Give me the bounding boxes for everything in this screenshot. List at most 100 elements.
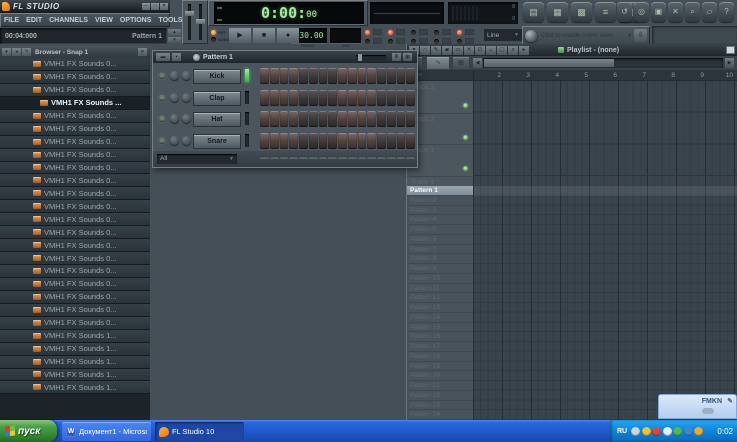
mute-led[interactable] xyxy=(159,116,165,122)
pan-knob[interactable] xyxy=(170,114,179,123)
horizontal-scrollbar[interactable] xyxy=(483,58,723,68)
step-cell[interactable] xyxy=(406,133,415,149)
pattern-lcd[interactable] xyxy=(330,28,361,43)
step-cell[interactable] xyxy=(397,111,406,127)
master-pitch-slider[interactable] xyxy=(199,4,202,40)
pattern-list-item[interactable]: Pattern 16 xyxy=(407,332,473,342)
playlist-maximize-button[interactable] xyxy=(726,46,735,54)
browser-item[interactable]: VMH1 FX Sounds 0... xyxy=(0,213,150,226)
tray-security-icon[interactable] xyxy=(652,427,661,436)
step-cell[interactable] xyxy=(309,68,318,84)
step-cell[interactable] xyxy=(289,90,298,106)
pattern-list-item[interactable]: Pattern 12 xyxy=(407,293,473,303)
step-cell[interactable] xyxy=(260,133,269,149)
step-cell[interactable] xyxy=(377,68,386,84)
browser-item[interactable]: VMH1 FX Sounds 1... xyxy=(0,356,150,369)
app-titlebar[interactable]: FL STUDIO —□✕ xyxy=(0,0,170,13)
step-cell[interactable] xyxy=(358,68,367,84)
maximize-button[interactable]: □ xyxy=(151,3,159,10)
timeline-header[interactable]: Time 2345678910 xyxy=(407,70,737,81)
step-cell[interactable] xyxy=(406,111,415,127)
browser-item[interactable]: VMH1 FX Sounds 0... xyxy=(0,136,150,149)
step-cell[interactable] xyxy=(319,133,328,149)
browser-item[interactable]: VMH1 FX Sounds 0... xyxy=(0,123,150,136)
master-volume-slider[interactable] xyxy=(188,4,191,40)
start-button[interactable]: пуск xyxy=(0,420,57,442)
mute-led[interactable] xyxy=(159,138,165,144)
browser-close-button[interactable]: ✕ xyxy=(138,48,147,56)
volume-knob[interactable] xyxy=(182,136,191,145)
pattern-list-item[interactable]: Pattern 21 xyxy=(407,381,473,391)
step-cell[interactable] xyxy=(348,90,357,106)
zoom-tool-button[interactable]: ⌕ xyxy=(508,46,518,55)
volume-knob[interactable] xyxy=(182,93,191,102)
browser-back-button[interactable]: ◂ xyxy=(12,48,21,56)
mute-led[interactable] xyxy=(159,73,165,79)
browser-item[interactable]: VMH1 FX Sounds 0... xyxy=(0,252,150,265)
news-text[interactable]: Click to enable online news xyxy=(541,33,625,39)
volume-slider-handle[interactable] xyxy=(185,11,194,16)
pattern-list-item[interactable]: Pattern 17 xyxy=(407,342,473,352)
step-cell[interactable] xyxy=(260,90,269,106)
language-indicator[interactable]: RU xyxy=(617,428,627,435)
draw-tool-button[interactable]: ✎ xyxy=(431,46,441,55)
magnet-snap-button[interactable]: ∩ xyxy=(420,46,430,55)
transport-toggle-5[interactable] xyxy=(457,29,477,36)
step-cell[interactable] xyxy=(280,90,289,106)
keyboard-editor-button[interactable]: ▦ xyxy=(403,53,412,61)
step-cell[interactable] xyxy=(348,133,357,149)
pattern-list-item[interactable]: Pattern 10 xyxy=(407,274,473,284)
browser-item[interactable]: VMH1 FX Sounds 0... xyxy=(0,149,150,162)
track-led[interactable] xyxy=(463,166,468,171)
pan-knob[interactable] xyxy=(170,136,179,145)
pattern-list-item[interactable]: Pattern 3 xyxy=(407,206,473,216)
pat-mode-led[interactable] xyxy=(211,30,216,35)
pattern-list-item[interactable]: Pattern 19 xyxy=(407,362,473,372)
browser-item[interactable]: VMH1 FX Sounds 0... xyxy=(0,174,150,187)
step-cell[interactable] xyxy=(328,133,337,149)
volume-knob[interactable] xyxy=(182,71,191,80)
step-cell[interactable] xyxy=(367,90,376,106)
step-cell[interactable] xyxy=(358,133,367,149)
track-led[interactable] xyxy=(463,135,468,140)
channel-filter-select[interactable]: All▼ xyxy=(157,154,237,164)
tray-update-icon[interactable] xyxy=(694,427,703,436)
step-cell[interactable] xyxy=(289,68,298,84)
step-sequencer-window-button[interactable]: ▦ xyxy=(547,2,568,22)
song-mode-led[interactable] xyxy=(211,37,216,42)
step-cell[interactable] xyxy=(338,90,347,106)
select-tool-button[interactable]: ▢ xyxy=(497,46,507,55)
pattern-selector-label[interactable]: Pattern 1 xyxy=(132,33,162,40)
pattern-list-item[interactable]: Pattern 1 xyxy=(407,186,473,196)
channel-rack-titlebar[interactable]: ▬ ▪ Pattern 1 ≣ ▦ xyxy=(153,51,417,63)
browser-item[interactable]: VMH1 FX Sounds 0... xyxy=(0,71,150,84)
step-cell[interactable] xyxy=(289,111,298,127)
step-cell[interactable] xyxy=(260,111,269,127)
pattern-list-item[interactable]: Pattern 6 xyxy=(407,235,473,245)
browser-item[interactable]: VMH1 FX Sounds 0... xyxy=(0,291,150,304)
volume-knob[interactable] xyxy=(182,114,191,123)
browser-item[interactable]: VMH1 FX Sounds 0... xyxy=(0,200,150,213)
browser-up-button[interactable]: ↰ xyxy=(22,48,31,56)
step-cell[interactable] xyxy=(280,133,289,149)
scroll-right-button[interactable]: ▶ xyxy=(725,58,734,68)
step-cell[interactable] xyxy=(387,90,396,106)
pen-icon[interactable]: ✎ xyxy=(727,397,733,405)
mute-tool-button[interactable]: ∅ xyxy=(475,46,485,55)
browser-header[interactable]: ▾◂↰ Browser - Snap 1 ✕ xyxy=(0,46,150,58)
pattern-list-item[interactable]: Pattern 20 xyxy=(407,371,473,381)
step-cell[interactable] xyxy=(387,68,396,84)
cut-tool-button[interactable]: ✕ xyxy=(464,46,474,55)
step-cell[interactable] xyxy=(270,133,279,149)
step-cell[interactable] xyxy=(309,133,318,149)
step-cell[interactable] xyxy=(406,68,415,84)
pattern-list-item[interactable]: Pattern 24 xyxy=(407,410,473,420)
playback-tool-button[interactable]: ▸ xyxy=(519,46,529,55)
transport-toggle-2[interactable] xyxy=(388,29,408,36)
pitch-slider-handle[interactable] xyxy=(196,19,205,24)
minimize-button[interactable]: — xyxy=(142,3,150,10)
step-cell[interactable] xyxy=(367,68,376,84)
menu-channels[interactable]: CHANNELS xyxy=(49,17,88,24)
track-led[interactable] xyxy=(463,103,468,108)
clock[interactable]: 0:02 xyxy=(717,427,733,436)
